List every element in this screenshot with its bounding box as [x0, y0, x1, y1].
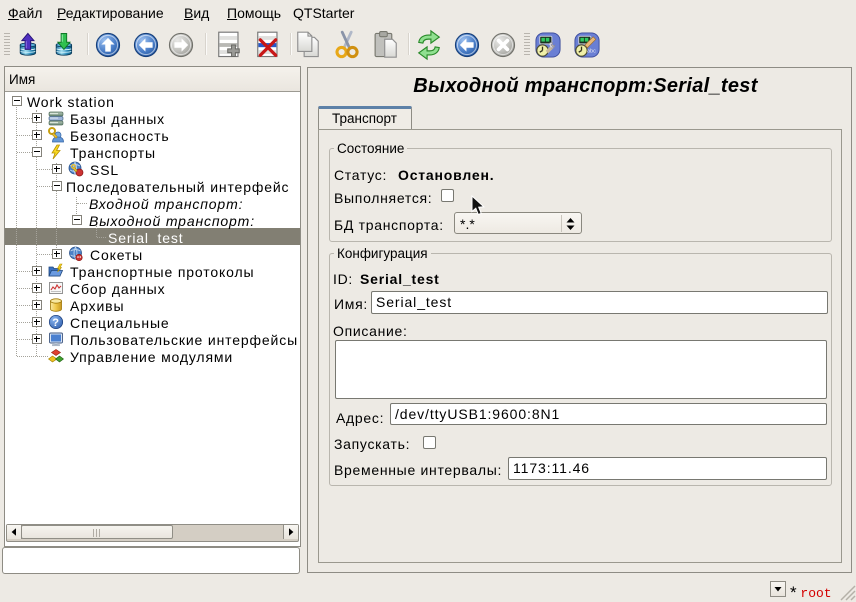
svg-text:?: ? [52, 317, 60, 329]
svg-text:abc: abc [587, 49, 596, 55]
